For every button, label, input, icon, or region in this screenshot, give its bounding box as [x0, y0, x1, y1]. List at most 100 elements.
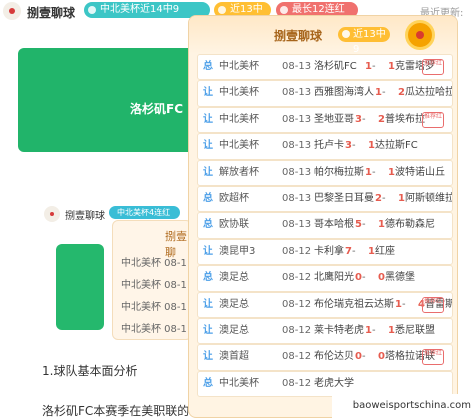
match-date: 08-13 [282, 219, 312, 231]
match-row[interactable]: 总欧协联 08-13 哥本哈根 5 - 1 德布勒森尼 [197, 212, 453, 239]
home-team: 布伦瑞克祖云达斯 [314, 298, 394, 310]
match-date: 08-13 [282, 140, 312, 152]
avatar-logo [3, 2, 21, 20]
match-date: 08-13 [282, 166, 312, 178]
market-type: 让 [203, 166, 213, 178]
league-name: 欧协联 [219, 219, 249, 231]
home-score: 3 [345, 140, 352, 152]
home-team: 卡利拿 [314, 245, 344, 257]
mini-card [56, 244, 104, 330]
home-score: 3 [355, 113, 362, 125]
home-team: 哥本哈根 [314, 219, 354, 231]
home-team: 帕尔梅拉斯 [314, 166, 364, 178]
medal-star-icon [416, 31, 424, 39]
home-score: 1 [365, 61, 372, 72]
popup-title: 捌壹聊球 [274, 29, 323, 43]
match-row[interactable]: 总澳足总 08-12 北鹰阳光 0 - 0 黑德堡 [197, 265, 453, 292]
away-score: 2 [378, 113, 385, 125]
league-name: 澳足总 [219, 272, 249, 284]
league-name: 欧超杯 [219, 192, 249, 204]
league-name: 澳昆甲3 [219, 245, 256, 257]
stats-popup: 捌壹聊球 近13中9 总中北美杯 08-13 洛杉矶FC 1 - 1 克雷塔罗 推荐红让中… [188, 15, 458, 418]
small-title: 捌壹聊球 [65, 211, 105, 222]
away-score: 1 [388, 324, 395, 336]
match-row[interactable]: 让解放者杯 08-13 帕尔梅拉斯 1 - 1 波特诺山丘 [197, 159, 453, 186]
site-watermark: baoweisportschina.com [332, 394, 476, 418]
recommend-badge: 推荐红 [422, 349, 444, 366]
league-name: 中北美杯 [219, 377, 259, 389]
match-date: 08-13 [282, 113, 312, 125]
home-team: 洛杉矶FC [314, 61, 357, 72]
away-team: 红座 [375, 245, 395, 257]
away-score: 1 [378, 219, 385, 231]
away-score: 2 [398, 87, 405, 99]
medal-icon [397, 18, 445, 54]
league-name: 中北美杯 [219, 87, 259, 99]
league-name: 中北美杯 [219, 61, 259, 72]
score-separator: - [372, 61, 376, 72]
match-row[interactable]: 让中北美杯 08-13 圣地亚哥 3 - 2 普埃布拉 推荐红 [197, 106, 453, 134]
away-team: 普埃布拉 [385, 113, 425, 125]
home-team: 西雅图海湾人 [314, 87, 374, 99]
away-score: 1 [388, 166, 395, 178]
score-separator: - [402, 298, 406, 310]
match-date: 08-12 [282, 245, 312, 257]
match-row[interactable]: 让澳足总08-12布伦瑞克祖云达斯1 - 4普雷斯顿莱昂推荐红 [197, 291, 453, 318]
score-separator: - [382, 192, 386, 204]
mini-row: 中北美杯 08-1 [121, 258, 187, 269]
away-score: 1 [398, 192, 405, 204]
match-date: 08-12 [282, 272, 312, 284]
score-separator: - [362, 219, 366, 231]
recommend-badge: 推荐红 [422, 111, 444, 128]
mini-row: 中北美杯 08-1 [121, 302, 187, 313]
home-score: 1 [365, 324, 372, 336]
match-row[interactable]: 让中北美杯 08-13 托卢卡 3 - 1 达拉斯FC [197, 133, 453, 160]
away-team: 德布勒森尼 [385, 219, 435, 231]
match-row[interactable]: 总中北美杯 08-13 洛杉矶FC 1 - 1 克雷塔罗 推荐红 [197, 54, 453, 81]
home-team: 巴黎圣日耳曼 [314, 192, 374, 204]
score-separator: - [382, 87, 386, 99]
match-date: 08-12 [282, 324, 312, 336]
match-date: 08-12 [282, 298, 312, 310]
match-row[interactable]: 让澳足总 08-12 莱卡特老虎 1 - 1 悉尼联盟 [197, 317, 453, 345]
market-type: 让 [203, 245, 213, 257]
home-score: 1 [375, 87, 382, 99]
market-type: 总 [203, 219, 213, 231]
league-name: 澳首超 [219, 351, 249, 363]
score-separator: - [352, 140, 356, 152]
away-team: 达拉斯FC [375, 140, 418, 152]
home-score: 2 [375, 192, 382, 204]
match-row[interactable]: 让中北美杯 08-13 西雅图海湾人 1 - 2 瓜达拉哈拉 [197, 80, 453, 107]
away-team: 瓜达拉哈拉 [405, 87, 453, 99]
background-card-title: 洛杉矶FC [130, 102, 184, 116]
small-avatar-logo [44, 206, 60, 222]
match-row[interactable]: 总欧超杯 08-13 巴黎圣日耳曼 2 - 1 阿斯顿维拉 [197, 185, 453, 213]
match-row[interactable]: 让澳首超 08-12 布伦达贝 0 - 0 塔格拉诺联 推荐红 [197, 344, 453, 371]
league-name: 澳足总 [219, 324, 249, 336]
home-team: 布伦达贝 [314, 351, 354, 363]
home-score: 7 [345, 245, 352, 257]
recommend-badge: 推荐红 [422, 296, 444, 313]
away-score: 0 [378, 351, 385, 363]
market-type: 总 [203, 272, 213, 284]
league-name: 中北美杯 [219, 140, 259, 152]
home-team: 老虎大学 [314, 377, 354, 389]
mini-popup: 捌壹聊 中北美杯 08-1 中北美杯 08-1 中北美杯 08-1 中北美杯 0… [112, 220, 192, 340]
market-type: 总 [203, 377, 213, 389]
home-score: 1 [365, 166, 372, 178]
league-name: 中北美杯 [219, 113, 259, 125]
away-score: 0 [378, 272, 385, 284]
market-type: 让 [203, 113, 213, 125]
market-type: 让 [203, 298, 213, 310]
home-score: 0 [355, 351, 362, 363]
match-row[interactable]: 让澳昆甲3 08-12 卡利拿 7 - 1 红座 [197, 238, 453, 266]
league-name: 解放者杯 [219, 166, 259, 178]
away-team: 黑德堡 [385, 272, 415, 284]
market-type: 总 [203, 192, 213, 204]
home-score: 0 [355, 272, 362, 284]
home-score: 5 [355, 219, 362, 231]
mini-row: 中北美杯 08-1 [121, 324, 187, 335]
away-team: 波特诺山丘 [395, 166, 445, 178]
score-separator: - [352, 245, 356, 257]
market-type: 让 [203, 324, 213, 336]
